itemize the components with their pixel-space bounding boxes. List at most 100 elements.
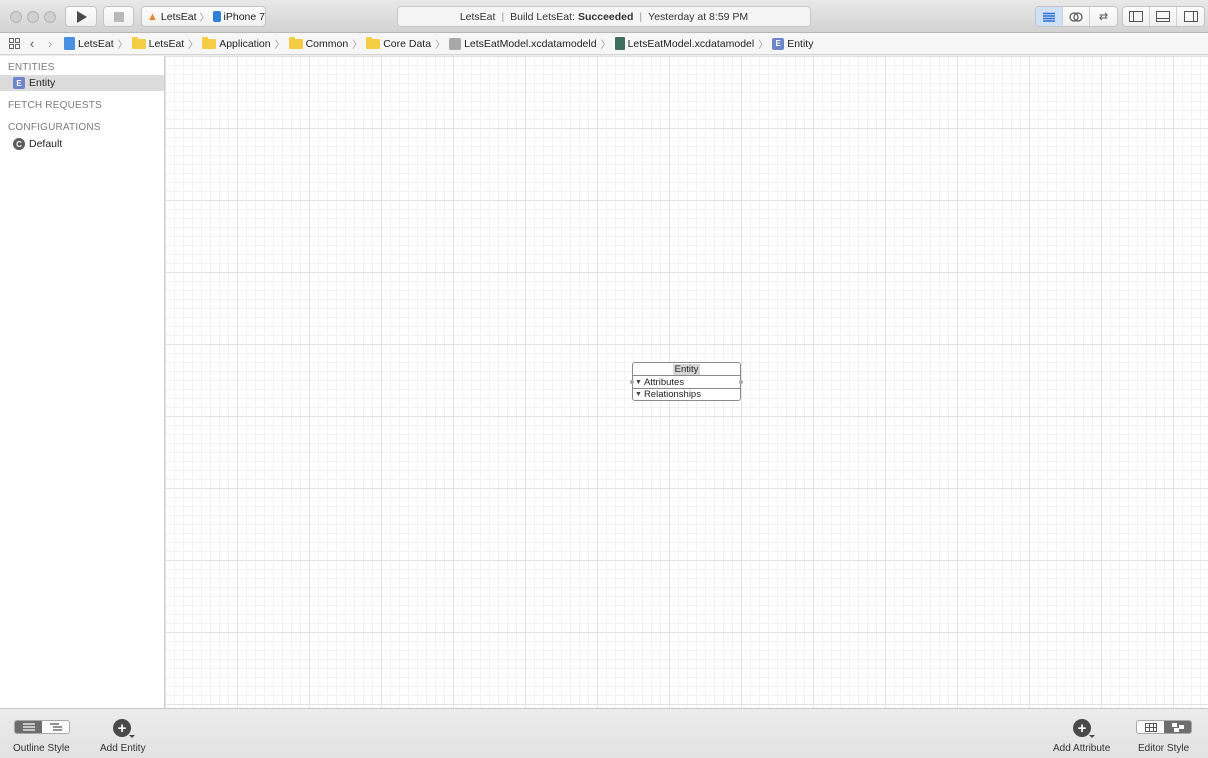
activity-status-bar: LetsEat | Build LetsEat: Succeeded | Yes… [397, 6, 811, 27]
breadcrumb-project[interactable]: LetsEat [64, 37, 114, 50]
stop-button[interactable] [103, 6, 134, 27]
standard-editor-icon [1043, 12, 1055, 22]
folder-icon [288, 36, 303, 49]
breadcrumb-folder-application[interactable]: Application [202, 36, 271, 50]
configurations-section-header: CONFIGURATIONS [8, 122, 101, 133]
breadcrumb-separator: 〉 [758, 40, 769, 51]
scheme-separator: 〉 [199, 13, 210, 24]
breadcrumb-separator: 〉 [600, 40, 611, 51]
back-button[interactable]: ‹ [24, 36, 40, 51]
breadcrumb-xcdatamodeld[interactable]: LetsEatModel.xcdatamodeld [449, 37, 597, 50]
breadcrumb-separator: 〉 [435, 40, 446, 51]
plus-icon: + [117, 719, 127, 737]
app-target-icon: ▲ [147, 10, 158, 23]
sidebar-item-default-configuration[interactable]: C Default [0, 136, 164, 152]
editor-style-graph-button[interactable] [1164, 721, 1191, 733]
scheme-project-label: LetsEat [160, 10, 197, 23]
jump-bar: ‹ › LetsEat 〉 LetsEat 〉 Application 〉 Co… [0, 33, 1208, 55]
editor-bottom-bar: Outline Style + Add Entity + Add Attribu… [0, 708, 1208, 758]
entities-section-header: ENTITIES [8, 62, 55, 73]
status-divider: | [639, 10, 643, 23]
scheme-device-label[interactable]: iPhone 7 [224, 11, 265, 23]
outline-style-control [14, 720, 70, 734]
assistant-editor-button[interactable] [1063, 7, 1090, 26]
minimize-window-button[interactable] [27, 11, 39, 23]
toggle-navigator-button[interactable] [1123, 7, 1150, 26]
editor-style-control [1136, 720, 1192, 734]
breadcrumb-label: LetsEatModel.xcdatamodel [627, 37, 755, 50]
table-icon [1144, 722, 1157, 732]
disclosure-triangle-icon[interactable]: ▼ [635, 379, 642, 386]
run-button[interactable] [65, 6, 97, 27]
data-model-bundle-icon [449, 37, 462, 50]
folder-icon [202, 36, 217, 49]
version-editor-button[interactable]: ⇄ [1090, 7, 1117, 26]
relationships-label: Relationships [643, 389, 701, 400]
outline-style-label: Outline Style [13, 743, 70, 754]
breadcrumb-label: LetsEatModel.xcdatamodeld [464, 37, 597, 50]
assistant-editor-icon [1069, 11, 1083, 22]
breadcrumb-separator: 〉 [188, 40, 199, 51]
device-icon [212, 11, 221, 22]
connection-handle-left[interactable] [630, 380, 634, 384]
sidebar-item-entity[interactable]: E Entity [0, 75, 164, 91]
breadcrumb-separator: 〉 [352, 40, 363, 51]
plus-icon: + [1077, 719, 1087, 737]
project-file-icon [64, 37, 75, 50]
entity-icon: E [13, 77, 25, 89]
graph-icon [1171, 722, 1184, 732]
status-divider: | [501, 10, 505, 23]
folder-icon [366, 36, 381, 49]
data-model-file-icon [614, 37, 625, 50]
entity-relationships-section[interactable]: ▼ Relationships [633, 388, 740, 400]
breadcrumb-folder-core-data[interactable]: Core Data [366, 36, 432, 50]
add-attribute-label[interactable]: Add Attribute [1053, 743, 1110, 754]
entity-node[interactable]: Entity ▼ Attributes ▼ Relationships [630, 362, 743, 401]
sidebar-item-label: Entity [29, 77, 56, 89]
breadcrumb-label: LetsEat [78, 37, 114, 50]
forward-button[interactable]: › [42, 36, 58, 51]
debug-panel-icon [1156, 11, 1170, 22]
entity-node-title-text: Entity [672, 363, 701, 375]
configuration-icon: C [13, 138, 25, 150]
fetch-requests-section-header: FETCH REQUESTS [8, 100, 102, 111]
breadcrumb-entity[interactable]: E Entity [772, 37, 813, 50]
graph-editor-canvas[interactable]: Entity ▼ Attributes ▼ Relationships [165, 56, 1208, 708]
entity-attributes-section[interactable]: ▼ Attributes [633, 376, 740, 388]
toggle-utilities-button[interactable] [1177, 7, 1204, 26]
navigator-panel-icon [1129, 11, 1143, 22]
add-entity-button[interactable]: + [113, 719, 135, 738]
toggle-debug-area-button[interactable] [1150, 7, 1177, 26]
connection-handle-right[interactable] [739, 380, 743, 384]
breadcrumb-label: Core Data [383, 37, 432, 50]
disclosure-triangle-icon[interactable]: ▼ [635, 391, 642, 398]
breadcrumb-label: LetsEat [148, 37, 185, 50]
editor-style-table-button[interactable] [1137, 721, 1164, 733]
outline-style-hierarchy-button[interactable] [42, 721, 69, 733]
zoom-window-button[interactable] [44, 11, 56, 23]
add-attribute-button[interactable]: + [1073, 719, 1095, 738]
model-outline-sidebar: ENTITIES E Entity FETCH REQUESTS CONFIGU… [0, 56, 165, 708]
add-entity-label[interactable]: Add Entity [100, 743, 146, 754]
version-editor-icon: ⇄ [1098, 11, 1109, 23]
close-window-button[interactable] [10, 11, 22, 23]
outline-style-list-button[interactable] [15, 721, 42, 733]
chevron-left-icon: ‹ [29, 36, 35, 51]
breadcrumb-xcdatamodel[interactable]: LetsEatModel.xcdatamodel [614, 37, 755, 50]
breadcrumb-label: Common [305, 37, 349, 50]
play-icon [77, 10, 87, 23]
breadcrumb-folder-letseat[interactable]: LetsEat [131, 36, 185, 50]
entity-node-title[interactable]: Entity [633, 363, 740, 376]
panel-toggle-segmented-control [1122, 6, 1205, 27]
breadcrumb-folder-common[interactable]: Common [288, 36, 349, 50]
scheme-selector[interactable]: ▲ LetsEat 〉 iPhone 7 [141, 6, 266, 27]
sidebar-item-label: Default [29, 138, 63, 150]
related-items-button[interactable] [6, 38, 22, 49]
editor-mode-segmented-control: ⇄ [1035, 6, 1118, 27]
chevron-right-icon: › [47, 36, 53, 51]
status-build-result: Succeeded [577, 10, 634, 23]
status-project: LetsEat [459, 10, 496, 23]
standard-editor-button[interactable] [1036, 7, 1063, 26]
attributes-label: Attributes [643, 376, 685, 388]
hierarchy-list-icon [49, 723, 62, 731]
